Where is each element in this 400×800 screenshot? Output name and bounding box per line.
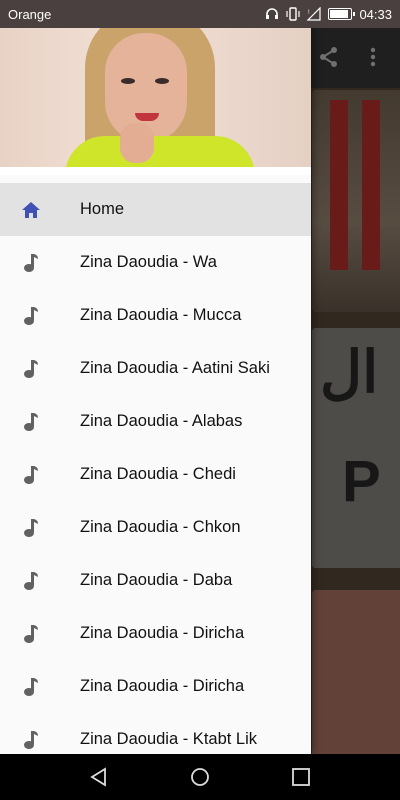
- music-note-icon: [20, 358, 42, 380]
- home-nav-icon[interactable]: [190, 767, 210, 787]
- drawer-item-song[interactable]: Zina Daoudia - Chkon: [0, 501, 311, 554]
- battery-icon: [328, 8, 356, 20]
- drawer-item-label: Zina Daoudia - Diricha: [80, 677, 245, 695]
- music-note-icon: [20, 517, 42, 539]
- drawer-item-label: Home: [80, 200, 125, 218]
- drawer-item-label: Zina Daoudia - Ktabt Lik: [80, 730, 258, 748]
- carrier-name: Orange: [8, 6, 52, 22]
- music-note-icon: [20, 676, 42, 698]
- music-note-icon: [20, 411, 42, 433]
- drawer-item-label: Zina Daoudia - Chkon: [80, 518, 241, 536]
- svg-text:!: !: [308, 10, 310, 16]
- drawer-item-label: Zina Daoudia - Chedi: [80, 465, 236, 483]
- home-icon: [20, 199, 42, 221]
- music-note-icon: [20, 623, 42, 645]
- music-note-icon: [20, 305, 42, 327]
- status-bar: Orange ! 04:33: [0, 0, 400, 28]
- system-nav-bar: [0, 754, 400, 800]
- drawer-header-image: [0, 28, 311, 175]
- clock: 04:33: [359, 6, 392, 22]
- drawer-item-song[interactable]: Zina Daoudia - Chedi: [0, 448, 311, 501]
- headset-icon: [266, 8, 279, 19]
- music-note-icon: [20, 252, 42, 274]
- drawer-item-song[interactable]: Zina Daoudia - Aatini Saki: [0, 342, 311, 395]
- music-note-icon: [20, 464, 42, 486]
- drawer-item-label: Zina Daoudia - Aatini Saki: [80, 359, 270, 377]
- drawer-item-song[interactable]: Zina Daoudia - Alabas: [0, 395, 311, 448]
- drawer-item-song[interactable]: Zina Daoudia - Daba: [0, 554, 311, 607]
- music-note-icon: [20, 570, 42, 592]
- drawer-item-label: Zina Daoudia - Mucca: [80, 306, 242, 324]
- vibrate-icon: [286, 7, 301, 21]
- music-note-icon: [20, 729, 42, 751]
- drawer-item-label: Zina Daoudia - Wa: [80, 253, 217, 271]
- signal-icon: !: [307, 7, 322, 21]
- drawer-item-label: Zina Daoudia - Daba: [80, 571, 233, 589]
- drawer-item-label: Zina Daoudia - Alabas: [80, 412, 243, 430]
- drawer-item-song[interactable]: Zina Daoudia - Mucca: [0, 289, 311, 342]
- drawer-item-song[interactable]: Zina Daoudia - Wa: [0, 236, 311, 289]
- drawer-menu: Home Zina Daoudia - Wa Zina Daoudia - Mucc…: [0, 183, 311, 754]
- back-icon[interactable]: [89, 767, 109, 787]
- drawer-item-song[interactable]: Zina Daoudia - Diricha: [0, 607, 311, 660]
- drawer-item-song[interactable]: Zina Daoudia - Diricha: [0, 660, 311, 713]
- drawer-item-label: Zina Daoudia - Diricha: [80, 624, 245, 642]
- drawer-item-home[interactable]: Home: [0, 183, 311, 236]
- recents-icon[interactable]: [291, 767, 311, 787]
- drawer-item-song[interactable]: Zina Daoudia - Ktabt Lik: [0, 713, 311, 754]
- navigation-drawer: Home Zina Daoudia - Wa Zina Daoudia - Mucc…: [0, 0, 311, 754]
